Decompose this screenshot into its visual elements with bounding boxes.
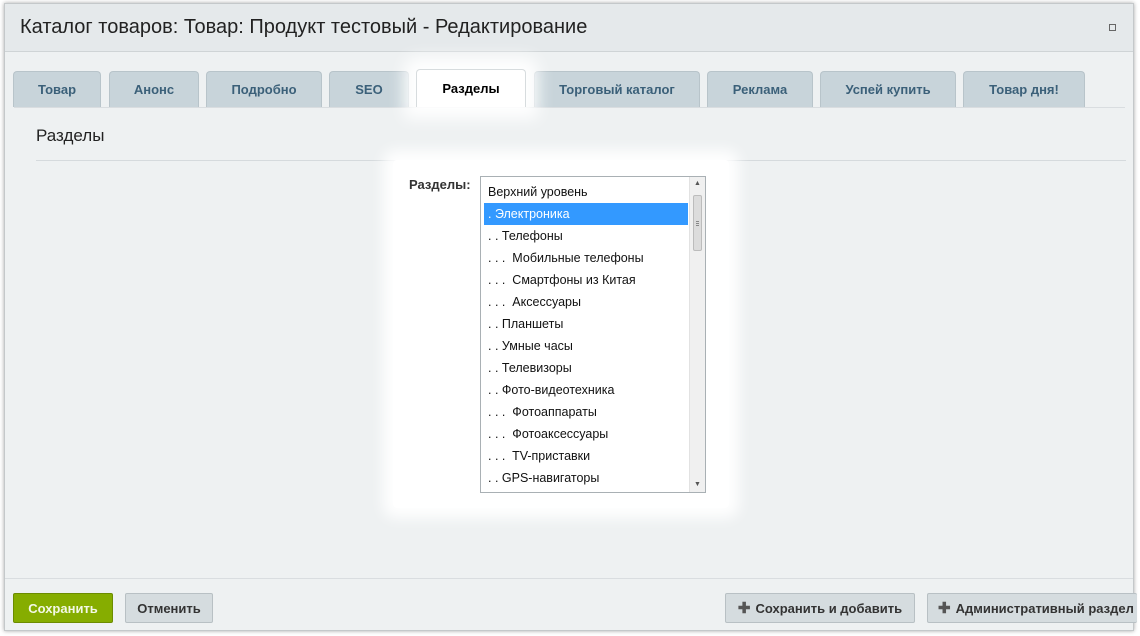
list-option[interactable]: . . Умные часы (484, 335, 688, 357)
list-option[interactable]: . . Фото-видеотехника (484, 379, 688, 401)
list-option[interactable]: . . . Мобильные телефоны (484, 247, 688, 269)
list-option[interactable]: . . . Фотоаксессуары (484, 423, 688, 445)
footer-bar: Сохранить Отменить ✚ Сохранить и добавит… (5, 578, 1137, 629)
listbox-scrollbar[interactable]: ▲ ▼ (689, 177, 705, 492)
sections-options: Верхний уровень. Электроника. . Телефоны… (484, 181, 688, 489)
list-option[interactable]: . . Телефоны (484, 225, 688, 247)
list-option[interactable]: . Электроника (484, 203, 688, 225)
tab-razdely[interactable]: Разделы (416, 69, 526, 107)
title-bar: Каталог товаров: Товар: Продукт тестовый… (5, 4, 1133, 52)
tab-uspey-kupit[interactable]: Успей купить (820, 71, 956, 107)
list-option[interactable]: . . . Аксессуары (484, 291, 688, 313)
admin-section-label: Административный раздел (955, 600, 1134, 616)
grip-line (696, 221, 699, 222)
save-and-add-button[interactable]: ✚ Сохранить и добавить (725, 593, 915, 623)
list-option[interactable]: . . Телевизоры (484, 357, 688, 379)
scroll-up-icon[interactable]: ▲ (690, 177, 705, 191)
save-button[interactable]: Сохранить (13, 593, 113, 623)
admin-section-button[interactable]: ✚ Административный раздел (927, 593, 1137, 623)
plus-icon: ✚ (737, 600, 751, 617)
section-title: Разделы (36, 126, 105, 145)
tab-tovar-dnya[interactable]: Товар дня! (963, 71, 1085, 107)
grip-line (696, 225, 699, 226)
tab-anons[interactable]: Анонс (109, 71, 199, 107)
plus-icon: ✚ (938, 600, 951, 617)
list-option[interactable]: . . . Фотоаппараты (484, 401, 688, 423)
list-option[interactable]: . . Планшеты (484, 313, 688, 335)
grip-line (696, 223, 699, 224)
tab-torgovy-katalog[interactable]: Торговый каталог (534, 71, 700, 107)
scroll-down-icon[interactable]: ▼ (690, 478, 705, 492)
list-option[interactable]: . . . TV-приставки (484, 445, 688, 467)
list-option[interactable]: Верхний уровень (484, 181, 688, 203)
scroll-thumb[interactable] (693, 195, 702, 251)
sections-field-label: Разделы: (409, 177, 471, 192)
window-title: Каталог товаров: Товар: Продукт тестовый… (20, 16, 588, 38)
save-and-add-label: Сохранить и добавить (755, 600, 903, 616)
list-option[interactable]: . . . Смартфоны из Китая (484, 269, 688, 291)
tab-reklama[interactable]: Реклама (707, 71, 813, 107)
list-option[interactable]: . . GPS-навигаторы (484, 467, 688, 489)
maximize-icon[interactable] (1109, 24, 1116, 31)
tab-seo[interactable]: SEO (329, 71, 409, 107)
tab-podrobno[interactable]: Подробно (206, 71, 322, 107)
cancel-button[interactable]: Отменить (125, 593, 213, 623)
tab-tovar[interactable]: Товар (13, 71, 101, 107)
sections-listbox[interactable]: Верхний уровень. Электроника. . Телефоны… (480, 176, 706, 493)
